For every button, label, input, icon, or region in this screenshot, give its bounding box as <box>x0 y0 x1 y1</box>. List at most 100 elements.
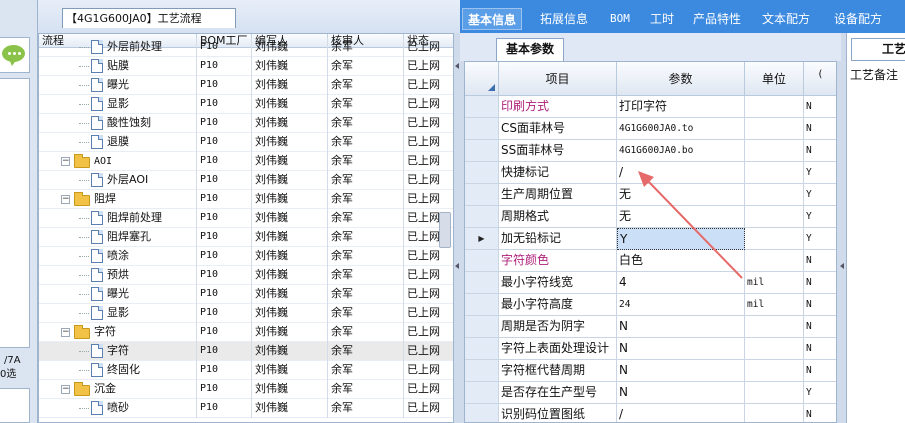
collapse-toggle-icon[interactable]: − <box>61 156 70 166</box>
row-header[interactable] <box>465 184 499 206</box>
row-header[interactable] <box>465 338 499 360</box>
tree-node[interactable]: 酸性蚀刻 <box>39 114 197 133</box>
row-header[interactable] <box>465 140 499 162</box>
tab-work-hours[interactable]: 工时 <box>650 8 674 30</box>
tab-process-right[interactable]: 工艺 <box>851 38 905 61</box>
tree-node[interactable]: 退膜 <box>39 133 197 152</box>
row-header[interactable] <box>465 294 499 316</box>
param-cell-flag[interactable]: N <box>804 272 836 294</box>
param-cell-value[interactable]: 4G1G600JA0.bo <box>617 140 745 162</box>
tree-row[interactable]: 曝光 P10 刘伟巍 余军 已上网 <box>39 285 453 304</box>
tree-node[interactable]: 喷砂 <box>39 399 197 418</box>
tree-row[interactable]: 外层AOI P10 刘伟巍 余军 已上网 <box>39 171 453 190</box>
tree-node[interactable]: − AOI <box>39 152 197 171</box>
param-cell-unit[interactable] <box>745 360 804 382</box>
tree-node[interactable]: 外层AOI <box>39 171 197 190</box>
tree-row[interactable]: 预烘 P10 刘伟巍 余军 已上网 <box>39 266 453 285</box>
tree-scrollbar-thumb[interactable] <box>439 212 451 248</box>
tab-basic-info[interactable]: 基本信息 <box>462 8 523 30</box>
param-cell-flag[interactable]: N <box>804 250 836 272</box>
row-header[interactable] <box>465 360 499 382</box>
tree-node[interactable]: 显影 <box>39 95 197 114</box>
row-header[interactable] <box>465 382 499 404</box>
tab-basic-params[interactable]: 基本参数 <box>496 38 564 61</box>
row-header[interactable] <box>465 272 499 294</box>
row-header[interactable] <box>465 250 499 272</box>
tree-node[interactable]: − 沉金 <box>39 380 197 399</box>
current-row-pointer-icon[interactable]: ▶ <box>465 228 499 250</box>
row-header[interactable] <box>465 404 499 422</box>
tree-node[interactable]: 字符 <box>39 342 197 361</box>
param-cell-flag[interactable]: N <box>804 140 836 162</box>
param-cell-unit[interactable] <box>745 316 804 338</box>
chat-bubble-icon[interactable] <box>0 37 30 73</box>
row-header[interactable] <box>465 206 499 228</box>
tree-row[interactable]: − 字符 P10 刘伟巍 余军 已上网 <box>39 323 453 342</box>
param-cell-flag[interactable]: Y <box>804 162 836 184</box>
param-cell-unit[interactable] <box>745 140 804 162</box>
tree-node[interactable]: 终固化 <box>39 361 197 380</box>
row-header[interactable] <box>465 162 499 184</box>
tab-extended-info[interactable]: 拓展信息 <box>540 8 588 30</box>
tree-row[interactable]: 喷砂 P10 刘伟巍 余军 已上网 <box>39 399 453 418</box>
param-cell-flag[interactable]: Y <box>804 184 836 206</box>
row-header[interactable] <box>465 316 499 338</box>
tree-node[interactable]: 阻焊塞孔 <box>39 228 197 247</box>
tree-row[interactable]: 外层前处理 P10 刘伟巍 余军 已上网 <box>39 38 453 57</box>
col-item[interactable]: 项目 <box>499 62 617 96</box>
collapse-right-arrow-icon[interactable] <box>840 263 844 269</box>
param-cell-flag[interactable]: N <box>804 404 836 422</box>
param-row[interactable]: 字符上表面处理设计 N N <box>465 338 836 360</box>
row-header[interactable] <box>465 96 499 118</box>
param-cell-flag[interactable]: Y <box>804 228 836 250</box>
param-cell-flag[interactable]: Y <box>804 382 836 404</box>
param-cell-value[interactable]: N <box>617 382 745 404</box>
col-flag[interactable]: ( <box>804 62 836 96</box>
param-row[interactable]: 最小字符高度 24 mil N <box>465 294 836 316</box>
param-cell-value[interactable]: 打印字符 <box>617 96 745 118</box>
tree-row[interactable]: 终固化 P10 刘伟巍 余军 已上网 <box>39 361 453 380</box>
param-cell-value[interactable]: 4G1G600JA0.to <box>617 118 745 140</box>
param-row[interactable]: 是否存在生产型号 N Y <box>465 382 836 404</box>
splitter-left[interactable] <box>454 33 460 423</box>
tree-row[interactable]: 酸性蚀刻 P10 刘伟巍 余军 已上网 <box>39 114 453 133</box>
splitter-right[interactable] <box>838 33 846 423</box>
collapse-left-arrow-icon[interactable] <box>455 63 459 69</box>
tree-node[interactable]: 贴膜 <box>39 57 197 76</box>
param-cell-flag[interactable]: N <box>804 96 836 118</box>
param-cell-unit[interactable] <box>745 382 804 404</box>
param-cell-unit[interactable]: mil <box>745 294 804 316</box>
param-cell-flag[interactable]: Y <box>804 206 836 228</box>
collapse-arrow-icon[interactable] <box>455 263 459 269</box>
param-cell-value[interactable]: N <box>617 338 745 360</box>
tree-node[interactable]: 曝光 <box>39 76 197 95</box>
tab-bom[interactable]: BOM <box>610 8 630 30</box>
tab-process-flow[interactable]: 【4G1G600JA0】工艺流程 <box>62 8 236 28</box>
param-row[interactable]: 字符框代替周期 N N <box>465 360 836 382</box>
col-unit[interactable]: 单位 <box>745 62 804 96</box>
tab-text-recipe[interactable]: 文本配方 <box>762 8 810 30</box>
param-cell-flag[interactable]: N <box>804 118 836 140</box>
tree-row[interactable]: − 阻焊 P10 刘伟巍 余军 已上网 <box>39 190 453 209</box>
param-cell-flag[interactable]: N <box>804 338 836 360</box>
tree-row[interactable]: 贴膜 P10 刘伟巍 余军 已上网 <box>39 57 453 76</box>
tree-node[interactable]: 预烘 <box>39 266 197 285</box>
tab-equipment-recipe[interactable]: 设备配方 <box>834 8 882 30</box>
param-cell-unit[interactable] <box>745 118 804 140</box>
tree-row[interactable]: − AOI P10 刘伟巍 余军 已上网 <box>39 152 453 171</box>
param-row[interactable]: CS面菲林号 4G1G600JA0.to N <box>465 118 836 140</box>
param-row[interactable]: 印刷方式 打印字符 N <box>465 96 836 118</box>
param-row[interactable]: SS面菲林号 4G1G600JA0.bo N <box>465 140 836 162</box>
param-cell-flag[interactable]: N <box>804 294 836 316</box>
param-cell-unit[interactable] <box>745 96 804 118</box>
tree-node[interactable]: − 阻焊 <box>39 190 197 209</box>
param-row[interactable]: 识别码位置图纸 / N <box>465 404 836 422</box>
param-cell-value[interactable]: 24 <box>617 294 745 316</box>
row-header[interactable] <box>465 118 499 140</box>
tree-row[interactable]: 字符 P10 刘伟巍 余军 已上网 <box>39 342 453 361</box>
tree-row[interactable]: 阻焊塞孔 P10 刘伟巍 余军 已上网 <box>39 228 453 247</box>
tree-node[interactable]: 外层前处理 <box>39 38 197 57</box>
tree-row[interactable]: 显影 P10 刘伟巍 余军 已上网 <box>39 95 453 114</box>
tree-row[interactable]: − 沉金 P10 刘伟巍 余军 已上网 <box>39 380 453 399</box>
tree-row[interactable]: 显影 P10 刘伟巍 余军 已上网 <box>39 304 453 323</box>
